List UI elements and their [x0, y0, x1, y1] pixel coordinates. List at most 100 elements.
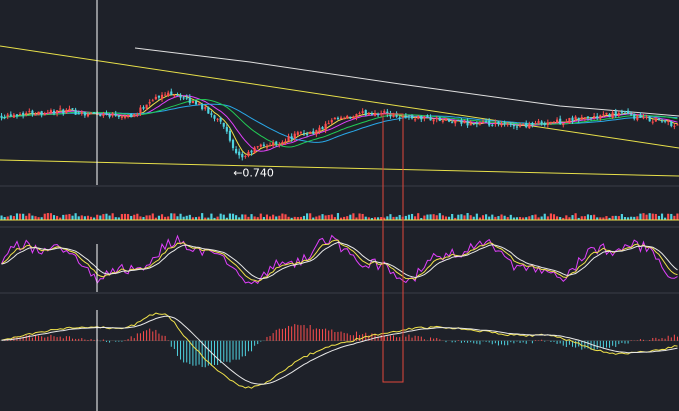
volume-bar [83, 216, 86, 220]
candle-body [179, 95, 182, 98]
volume-bar [364, 216, 367, 220]
candle-body [324, 123, 327, 131]
volume-bar [235, 215, 238, 220]
macd-panel[interactable] [0, 312, 679, 389]
volume-bar [565, 215, 568, 220]
volume-bar [540, 216, 543, 220]
volume-bar [86, 215, 90, 220]
low-price-annotation: ←0.740 [233, 167, 274, 180]
volume-bar [481, 215, 485, 220]
candle-body [475, 122, 478, 124]
candle-body [451, 122, 454, 124]
candle-body [343, 118, 346, 120]
candle-body [133, 114, 136, 117]
candle-body [528, 123, 531, 129]
volume-bar [531, 215, 534, 220]
stock-chart[interactable]: ←0.740 [0, 0, 679, 411]
candle-body [253, 147, 256, 153]
candle-body [167, 92, 170, 96]
candle-body [265, 146, 269, 148]
candle-body [568, 117, 571, 124]
volume-bar [6, 216, 9, 220]
price-panel[interactable] [0, 45, 679, 177]
candle-body [577, 117, 580, 120]
candle-body [154, 96, 157, 100]
oscillator-panel[interactable] [1, 234, 678, 285]
candle-body [376, 114, 380, 116]
candle-body [552, 121, 556, 123]
candle-body [34, 114, 37, 116]
candle-body [333, 117, 336, 120]
candle-body [268, 145, 272, 147]
candle-body [120, 116, 123, 118]
volume-bar [133, 214, 136, 220]
volume-bar [250, 214, 253, 220]
volume-bar [423, 215, 426, 220]
candle-body [111, 113, 114, 116]
volume-bar [173, 213, 176, 220]
volume-bar [130, 215, 133, 220]
volume-bar [9, 215, 12, 220]
candle-body [28, 111, 31, 113]
volume-bar [123, 213, 127, 220]
candle-body [562, 123, 565, 126]
candle-body [336, 117, 340, 120]
candle-body [383, 111, 386, 113]
volume-bar [438, 213, 441, 220]
volume-bar [302, 215, 306, 220]
candle-body [302, 133, 306, 135]
volume-bar [500, 214, 503, 220]
volume-bar [105, 213, 108, 220]
candle-body [602, 114, 605, 116]
volume-bar [275, 216, 278, 220]
candle-body [556, 119, 559, 123]
volume-bar [614, 215, 617, 220]
candle-body [194, 101, 198, 105]
volume-bar [219, 213, 222, 220]
candle-body [244, 155, 247, 157]
volume-bar [660, 213, 664, 220]
candle-body [417, 116, 420, 119]
candle-body [77, 113, 80, 115]
candle-body [204, 107, 207, 109]
candle-body [559, 118, 562, 124]
candle-body [117, 116, 120, 118]
volume-bar [491, 214, 494, 220]
candle-body [441, 120, 444, 122]
volume-bar [441, 215, 444, 220]
candle-body [589, 117, 593, 119]
volume-bar [321, 214, 324, 220]
candle-body [222, 122, 225, 127]
volume-bar [327, 214, 330, 220]
candle-body [247, 151, 250, 157]
candle-body [494, 122, 497, 125]
volume-bar [503, 215, 506, 220]
candle-body [37, 111, 40, 115]
candle-body [367, 113, 370, 115]
candle-body [472, 123, 475, 125]
candle-body [213, 115, 216, 119]
candle-body [56, 110, 59, 114]
candle-body [164, 94, 167, 96]
volume-bar [642, 213, 645, 220]
volume-panel[interactable] [0, 213, 679, 221]
volume-bar [444, 216, 448, 220]
candle-body [173, 95, 176, 97]
candle-body [281, 142, 284, 145]
candle-body [287, 136, 290, 142]
volume-bar [593, 214, 596, 220]
candle-body [250, 150, 253, 153]
volume-bar [12, 216, 15, 220]
candle-body [617, 112, 620, 116]
candle-body [210, 113, 213, 115]
candle-body [623, 111, 627, 113]
candle-body [225, 127, 228, 132]
candle-body [583, 117, 586, 119]
candle-body [71, 108, 74, 110]
volume-bar [99, 215, 102, 220]
volume-bar [176, 216, 179, 220]
candle-body [188, 97, 191, 104]
candle-body [309, 131, 312, 134]
candle-body [108, 114, 111, 117]
candle-body [599, 115, 602, 119]
